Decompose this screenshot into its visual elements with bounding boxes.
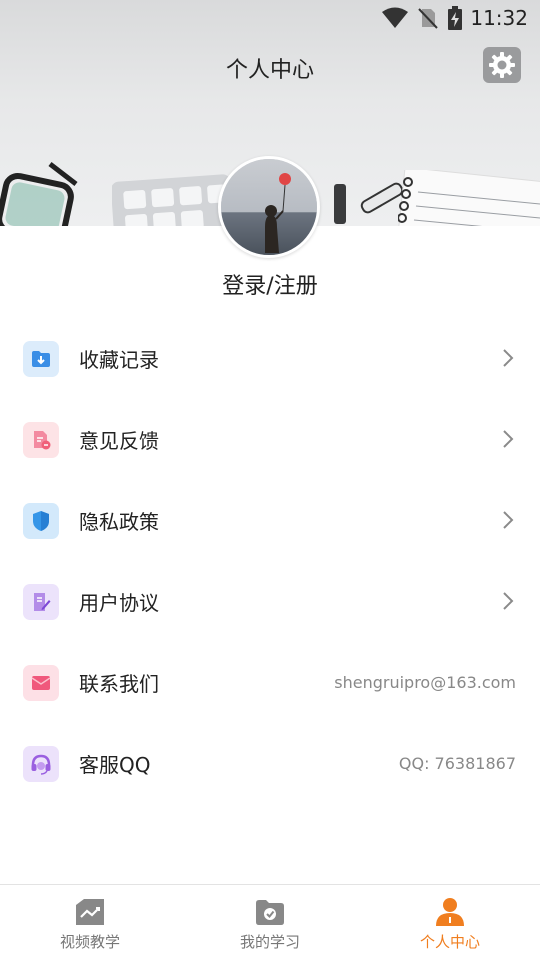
nav-tab-label: 我的学习 bbox=[239, 933, 300, 951]
page-title: 个人中心 bbox=[225, 58, 314, 83]
chevron-right-icon bbox=[503, 592, 514, 610]
menu-item-label: 联系我们 bbox=[79, 672, 159, 696]
glasses-decoration bbox=[0, 162, 78, 226]
chevron-right-icon bbox=[503, 430, 514, 448]
menu-item-contact[interactable]: 联系我们 shengruipro@163.com bbox=[0, 642, 540, 723]
nav-tab-label: 视频教学 bbox=[59, 933, 120, 951]
document-edit-icon bbox=[23, 583, 59, 620]
video-chart-icon bbox=[76, 899, 104, 925]
notebook-decoration bbox=[398, 170, 540, 226]
menu-item-label: 意见反馈 bbox=[79, 429, 159, 453]
nav-tab-label: 个人中心 bbox=[419, 933, 480, 951]
menu-item-feedback[interactable]: 意见反馈 bbox=[0, 399, 540, 480]
headset-icon bbox=[23, 745, 59, 782]
qq-number: QQ: 76381867 bbox=[398, 754, 516, 773]
wifi-icon bbox=[382, 7, 408, 28]
settings-menu: 收藏记录 意见反馈 隐私政策 用户协议 联系我们 shengruipro@163… bbox=[0, 318, 540, 804]
nav-tab-profile[interactable]: 个人中心 bbox=[360, 885, 540, 960]
chevron-right-icon bbox=[503, 349, 514, 367]
folder-check-icon bbox=[256, 900, 284, 925]
avatar-image bbox=[221, 159, 317, 255]
login-register-link[interactable]: 登录/注册 bbox=[0, 268, 540, 300]
nav-tab-my-learning[interactable]: 我的学习 bbox=[180, 885, 360, 960]
status-time: 11:32 bbox=[470, 6, 528, 30]
status-bar: 11:32 bbox=[0, 0, 540, 36]
chevron-right-icon bbox=[503, 511, 514, 529]
bottom-navigation: 视频教学 我的学习 个人中心 bbox=[0, 884, 540, 960]
pen-decoration bbox=[334, 182, 404, 224]
contact-email: shengruipro@163.com bbox=[334, 673, 516, 692]
menu-item-label: 收藏记录 bbox=[79, 348, 159, 372]
menu-item-user-agreement[interactable]: 用户协议 bbox=[0, 561, 540, 642]
feedback-doc-icon bbox=[23, 421, 59, 458]
folder-download-icon bbox=[23, 340, 59, 377]
keyboard-decoration bbox=[112, 174, 232, 226]
menu-item-label: 客服QQ bbox=[79, 753, 151, 777]
mail-icon bbox=[23, 664, 59, 701]
menu-item-label: 隐私政策 bbox=[79, 510, 159, 534]
no-sim-icon bbox=[418, 8, 438, 29]
avatar[interactable] bbox=[218, 156, 320, 258]
menu-item-label: 用户协议 bbox=[79, 591, 159, 615]
battery-charging-icon bbox=[448, 6, 462, 30]
menu-item-customer-service-qq[interactable]: 客服QQ QQ: 76381867 bbox=[0, 723, 540, 804]
settings-button[interactable] bbox=[483, 47, 521, 83]
menu-item-privacy[interactable]: 隐私政策 bbox=[0, 480, 540, 561]
nav-tab-video-tutorials[interactable]: 视频教学 bbox=[0, 885, 180, 960]
shield-icon bbox=[23, 502, 59, 539]
person-icon bbox=[436, 898, 464, 926]
menu-item-favorites[interactable]: 收藏记录 bbox=[0, 318, 540, 399]
gear-icon bbox=[489, 52, 515, 78]
